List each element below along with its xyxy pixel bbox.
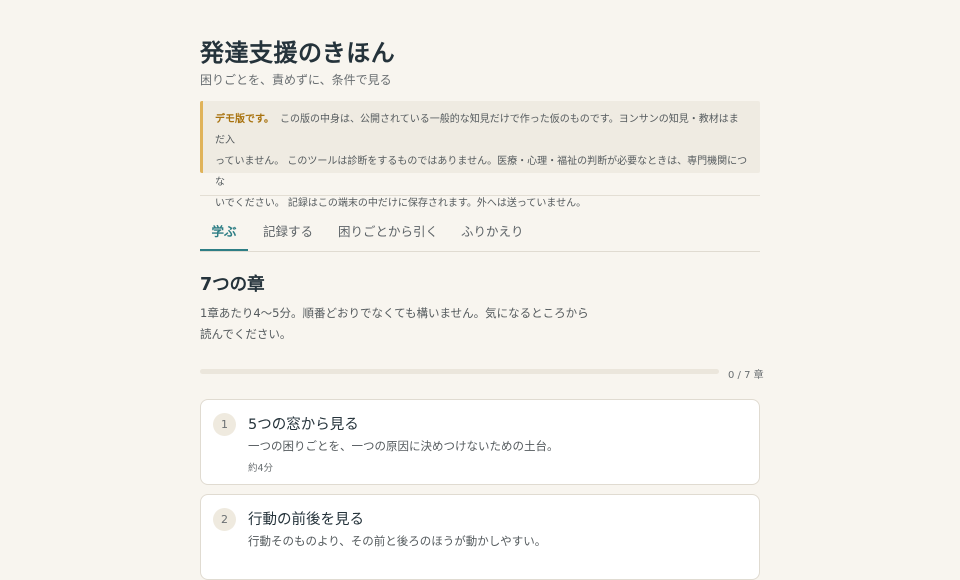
section-desc-line-2: 読んでください。 [200,327,292,341]
section-desc-line-1: 1章あたり4〜5分。順番どおりでなくても構いません。気になるところから [200,306,589,320]
notice-text-1: この版の中身は、公開されている一般的な知見だけで作った仮のものです。ヨンサンの知… [215,114,739,146]
notice-line-3: いでください。 記録はこの端末の中だけに保存されます。外へは送っていません。 [215,198,587,209]
chapter-description: 行動そのものより、その前と後ろのほうが動かしやすい。 [248,534,547,548]
chapter-duration: 約4分 [248,463,274,474]
tab-record[interactable]: 記録する [263,218,313,251]
notice-line-2: っていません。 このツールは診断をするものではありません。医療・心理・福祉の判断… [215,156,748,188]
chapter-card[interactable]: 1 5つの窓から見る 一つの困りごとを、一つの原因に決めつけないための土台。 約… [200,399,760,485]
section-description: 1章あたり4〜5分。順番どおりでなくても構いません。気になるところから 読んでく… [200,303,600,345]
tab-lookup-by-problem[interactable]: 困りごとから引く [338,218,438,251]
app-subtitle: 困りごとを、責めずに、条件で見る [200,73,392,87]
progress-bar [200,369,719,374]
chapter-title: 5つの窓から見る [248,417,359,433]
chapter-description: 一つの困りごとを、一つの原因に決めつけないための土台。 [248,439,559,453]
tab-bar: 学ぶ 記録する 困りごとから引く ふりかえり [200,218,760,252]
progress-label: 0 / 7 章 [728,370,764,381]
divider [200,195,760,196]
notice-line-1: デモ版です。 この版の中身は、公開されている一般的な知見だけで作った仮のものです。… [215,109,748,151]
chapter-card[interactable]: 2 行動の前後を見る 行動そのものより、その前と後ろのほうが動かしやすい。 [200,494,760,580]
tab-learn[interactable]: 学ぶ [200,218,248,251]
chapter-number: 1 [213,413,236,436]
demo-notice: デモ版です。 この版の中身は、公開されている一般的な知見だけで作った仮のものです。… [200,101,760,209]
chapter-number: 2 [213,508,236,531]
notice-lead: デモ版です。 [215,114,274,125]
app-title: 発達支援のきほん [200,39,396,67]
chapter-title: 行動の前後を見る [248,512,364,528]
section-title: 7つの章 [200,275,265,295]
tab-review[interactable]: ふりかえり [461,218,524,251]
